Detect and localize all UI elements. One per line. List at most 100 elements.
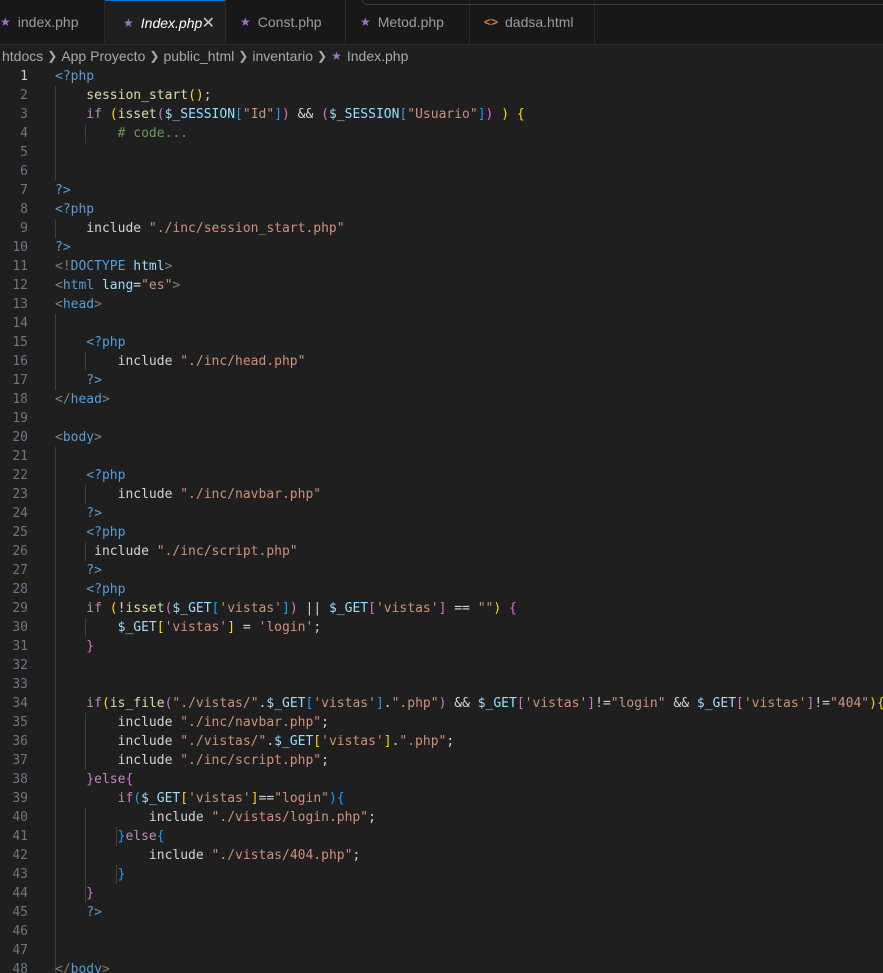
code-line[interactable]: 21 (0, 447, 883, 466)
breadcrumb-item[interactable]: App Proyecto (61, 48, 145, 64)
code-line[interactable]: 19 (0, 409, 883, 428)
code-line[interactable]: 47 (0, 941, 883, 960)
code-line[interactable]: 39 if($_GET['vistas']=="login"){ (0, 789, 883, 808)
code-line[interactable]: 12 <html lang="es"> (0, 276, 883, 295)
code-line[interactable]: 1 <?php (0, 67, 883, 86)
line-number: 39 (12, 791, 28, 806)
code-token: = (133, 278, 142, 293)
code-token: $_GET (172, 601, 212, 616)
code-line[interactable]: 33 (0, 675, 883, 694)
code-line[interactable]: 2 session_start(); (0, 86, 883, 105)
code-token: < (55, 278, 63, 293)
code-token: . (266, 734, 275, 749)
tab-index-php-active[interactable]: ★ Index.php ✕ (105, 0, 226, 44)
code-area[interactable]: 1 <?php 2 session_start(); 3 if (isset($_SE… (0, 67, 883, 973)
breadcrumb-item[interactable]: public_html (163, 48, 234, 64)
code-token: include (55, 753, 181, 768)
code-line[interactable]: 4 # code... (0, 124, 883, 143)
chevron-right-icon: ❯ (238, 49, 249, 63)
code-token: head (62, 297, 95, 312)
line-number: 30 (12, 620, 28, 635)
code-line[interactable]: 27 ?> (0, 561, 883, 580)
breadcrumb-item[interactable]: Index.php (347, 48, 409, 64)
breadcrumb-item[interactable]: htdocs (0, 48, 43, 64)
line-number: 29 (12, 601, 28, 616)
code-line[interactable]: 8 <?php (0, 200, 883, 219)
code-line[interactable]: 46 (0, 922, 883, 941)
line-number: 25 (12, 525, 28, 540)
code-line[interactable]: 48 </body> (0, 960, 883, 973)
close-icon[interactable]: ✕ (202, 13, 215, 33)
tab-metod-php[interactable]: ★ Metod.php (346, 0, 470, 44)
code-token: ; (368, 810, 376, 825)
code-line[interactable]: 10 ?> (0, 238, 883, 257)
code-line[interactable]: 23 include "./inc/navbar.php" (0, 485, 883, 504)
code-line[interactable]: 45 ?> (0, 903, 883, 922)
code-line[interactable]: 15 <?php (0, 333, 883, 352)
code-line[interactable]: 31 } (0, 637, 883, 656)
code-line[interactable]: 42 include "./vistas/404.php"; (0, 846, 883, 865)
code-line[interactable]: 40 include "./vistas/login.php"; (0, 808, 883, 827)
code-line[interactable]: 20 <body> (0, 428, 883, 447)
code-line[interactable]: 41 }else{ (0, 827, 883, 846)
code-line[interactable]: 37 include "./inc/script.php"; (0, 751, 883, 770)
code-token: == (446, 601, 478, 616)
code-text: include "./inc/head.php" (55, 352, 306, 371)
code-text: include "./vistas/".$_GET['vistas'].".ph… (55, 732, 455, 751)
code-token: <?php (55, 468, 126, 483)
line-number: 41 (12, 829, 28, 844)
code-token: ) (282, 107, 290, 122)
code-text: }else{ (55, 827, 165, 846)
code-line[interactable]: 30 $_GET['vistas'] = 'login'; (0, 618, 883, 637)
tab-const-php[interactable]: ★ Const.php (226, 0, 346, 44)
code-token: </ (55, 962, 71, 973)
code-line[interactable]: 29 if (!isset($_GET['vistas']) || $_GET[… (0, 599, 883, 618)
line-number: 23 (12, 487, 28, 502)
code-line[interactable]: 26 include "./inc/script.php" (0, 542, 883, 561)
code-line[interactable]: 38 }else{ (0, 770, 883, 789)
code-line[interactable]: 44 } (0, 884, 883, 903)
code-token: ] (250, 791, 259, 806)
tab-dadsa-html[interactable]: <> dadsa.html (470, 0, 595, 44)
code-line[interactable]: 24 ?> (0, 504, 883, 523)
code-token: isset (117, 107, 157, 122)
code-line[interactable]: 5 (0, 143, 883, 162)
code-token: $_GET (55, 620, 157, 635)
code-token: } (55, 639, 95, 654)
code-line[interactable]: 32 (0, 656, 883, 675)
code-token: == (258, 791, 275, 806)
code-line[interactable]: 25 <?php (0, 523, 883, 542)
code-line[interactable]: 22 <?php (0, 466, 883, 485)
code-line[interactable]: 43 } (0, 865, 883, 884)
tab-index-php[interactable]: ★ index.php (0, 0, 105, 44)
code-token: ; (313, 620, 322, 635)
code-line[interactable]: 3 if (isset($_SESSION["Id"]) && ($_SESSI… (0, 105, 883, 124)
code-line[interactable]: 9 include "./inc/session_start.php" (0, 219, 883, 238)
code-token: <?php (55, 582, 126, 597)
code-line[interactable]: 6 (0, 162, 883, 181)
breadcrumb-item[interactable]: inventario (252, 48, 313, 64)
code-token: ] (383, 734, 392, 749)
code-line[interactable]: 11 <!DOCTYPE html> (0, 257, 883, 276)
code-line[interactable]: 7 ?> (0, 181, 883, 200)
line-number: 43 (12, 867, 28, 882)
code-token: head (70, 392, 102, 407)
code-line[interactable]: 35 include "./inc/navbar.php"; (0, 713, 883, 732)
line-number: 35 (12, 715, 28, 730)
code-line[interactable]: 18 </head> (0, 390, 883, 409)
code-line[interactable]: 28 <?php (0, 580, 883, 599)
code-line[interactable]: 13 <head> (0, 295, 883, 314)
code-line[interactable]: 16 include "./inc/head.php" (0, 352, 883, 371)
code-line[interactable]: 17 ?> (0, 371, 883, 390)
line-number: 8 (20, 202, 28, 217)
code-line[interactable]: 34 if(is_file("./vistas/".$_GET['vistas'… (0, 694, 883, 713)
code-token: != (814, 696, 830, 711)
line-number: 32 (12, 658, 28, 673)
chevron-right-icon: ❯ (317, 49, 328, 63)
code-line[interactable]: 14 (0, 314, 883, 333)
code-token: body (70, 962, 102, 973)
code-line[interactable]: 36 include "./vistas/".$_GET['vistas']."… (0, 732, 883, 751)
code-token: ) (869, 696, 877, 711)
code-token: ( (133, 791, 142, 806)
line-number: 21 (12, 449, 28, 464)
